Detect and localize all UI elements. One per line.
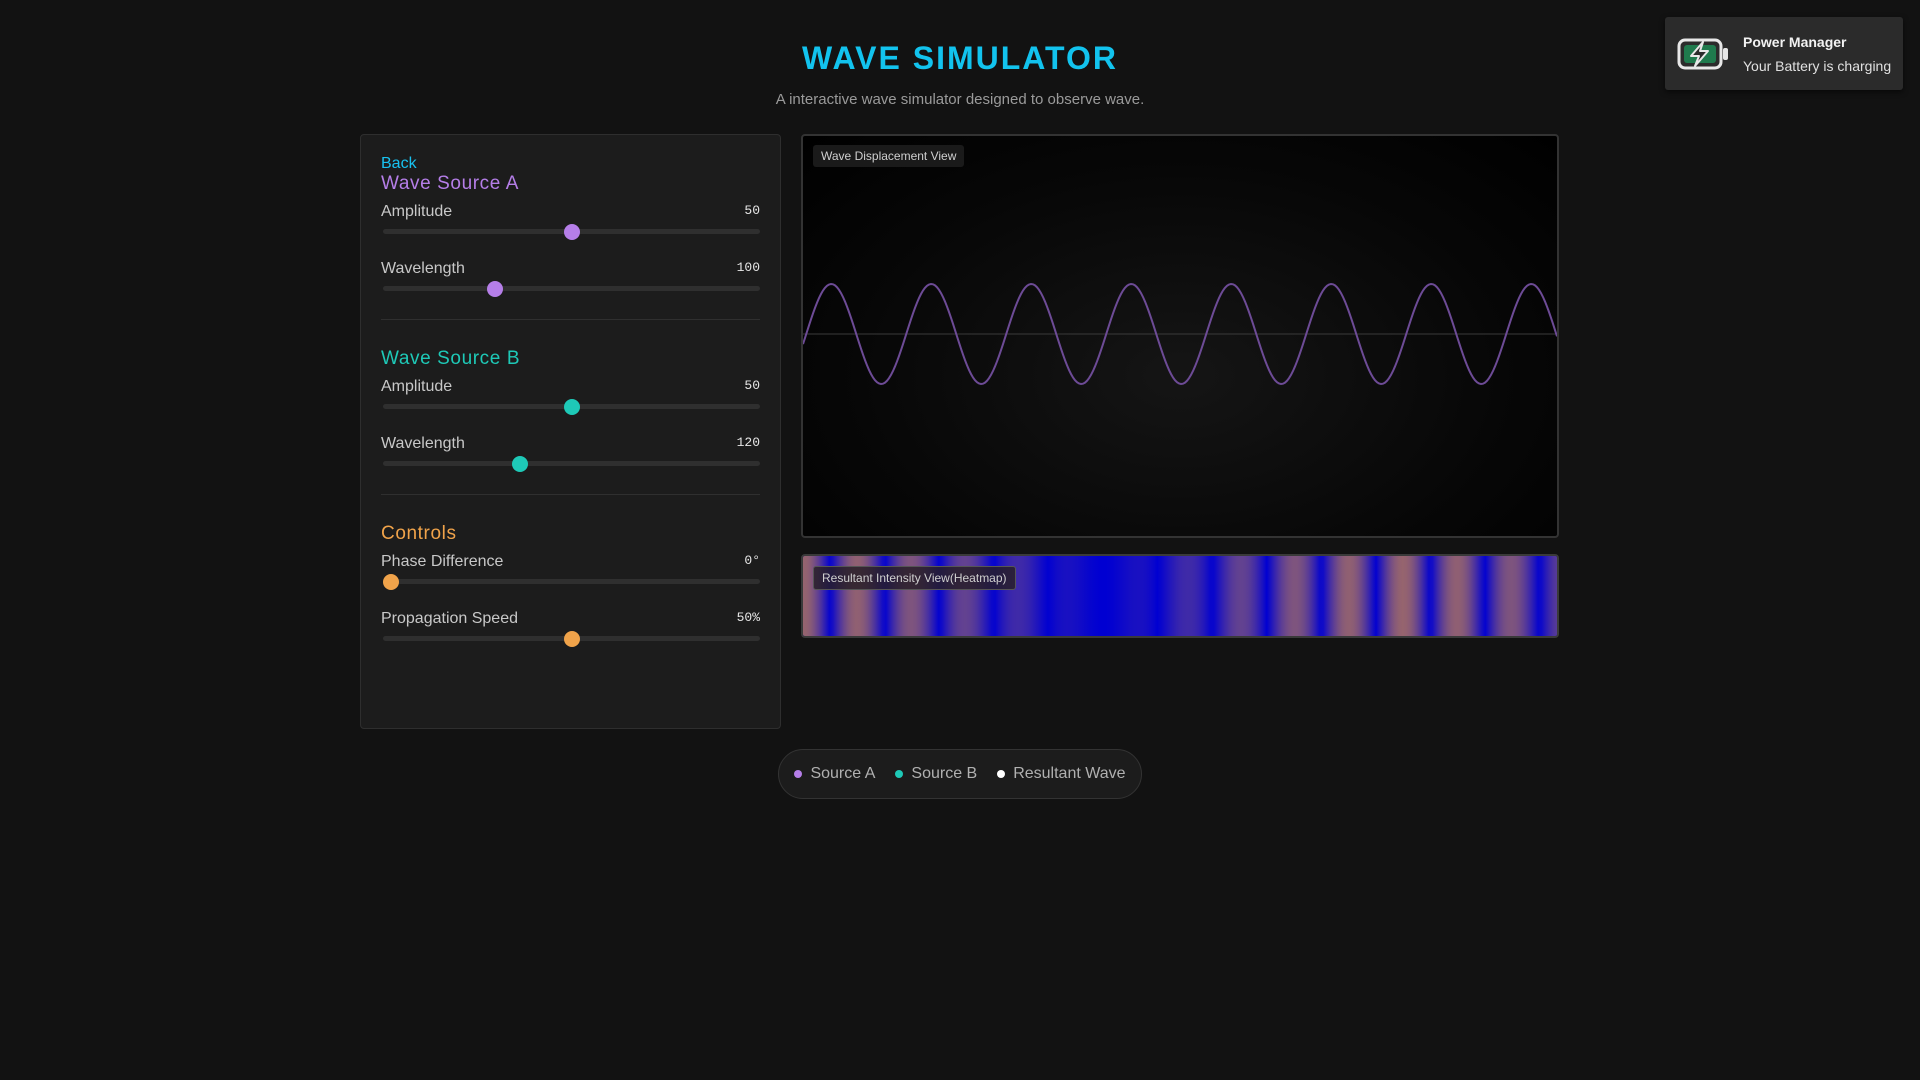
wave-displacement-view: Wave Displacement View bbox=[801, 134, 1559, 538]
phase-difference-label: Phase Difference bbox=[381, 553, 504, 570]
source-b-amplitude-thumb[interactable] bbox=[563, 399, 580, 415]
propagation-speed-slider[interactable] bbox=[383, 631, 760, 647]
phase-difference-value: 0° bbox=[744, 553, 760, 568]
legend-item-resultant-wave: Resultant Wave bbox=[997, 765, 1126, 783]
legend-dot bbox=[997, 770, 1006, 778]
legend: Source A Source B Resultant Wave bbox=[778, 749, 1142, 799]
legend-item-source-a: Source A bbox=[794, 765, 875, 783]
battery-charging-icon bbox=[1677, 38, 1728, 69]
source-a-amplitude-control: Amplitude 50 bbox=[381, 195, 760, 252]
controls-title: Controls bbox=[381, 523, 457, 544]
legend-item-source-b: Source B bbox=[895, 765, 977, 783]
legend-label: Source A bbox=[810, 765, 876, 782]
source-a-title: Wave Source A bbox=[381, 173, 520, 194]
toast-message: Your Battery is charging bbox=[1743, 57, 1892, 74]
source-a-wavelength-value: 100 bbox=[736, 260, 760, 275]
wave-displacement-canvas bbox=[803, 282, 1557, 386]
control-panel: Back Wave Source A Amplitude 50 Waveleng… bbox=[360, 134, 781, 729]
source-a-amplitude-value: 50 bbox=[744, 203, 760, 218]
source-b-amplitude-value: 50 bbox=[744, 378, 760, 393]
source-b-title: Wave Source B bbox=[381, 348, 521, 369]
displacement-view-label: Wave Displacement View bbox=[813, 145, 965, 167]
section-divider bbox=[381, 494, 760, 495]
toast-title: Power Manager bbox=[1743, 33, 1847, 50]
source-a-wavelength-label: Wavelength bbox=[381, 260, 465, 277]
source-b-wavelength-slider[interactable] bbox=[383, 456, 760, 472]
source-b-wavelength-value: 120 bbox=[736, 435, 760, 450]
page-subtitle: A interactive wave simulator designed to… bbox=[775, 91, 1145, 108]
page-title: WAVE SIMULATOR bbox=[802, 40, 1118, 76]
source-a-amplitude-label: Amplitude bbox=[381, 203, 453, 220]
source-b-wavelength-label: Wavelength bbox=[381, 435, 465, 452]
propagation-speed-label: Propagation Speed bbox=[381, 610, 518, 627]
back-link[interactable]: Back bbox=[381, 155, 417, 173]
propagation-speed-thumb[interactable] bbox=[563, 631, 580, 647]
source-b-wavelength-control: Wavelength 120 bbox=[381, 427, 760, 484]
legend-dot bbox=[895, 770, 904, 778]
propagation-speed-value: 50% bbox=[736, 610, 760, 625]
source-a-amplitude-slider[interactable] bbox=[383, 224, 760, 240]
page-header: WAVE SIMULATOR A interactive wave simula… bbox=[0, 40, 1920, 108]
legend-label: Resultant Wave bbox=[1013, 765, 1126, 782]
source-b-wavelength-thumb[interactable] bbox=[512, 456, 529, 472]
resultant-intensity-heatmap: Resultant Intensity View(Heatmap) bbox=[801, 554, 1559, 638]
phase-difference-slider[interactable] bbox=[382, 574, 760, 590]
propagation-speed-control: Propagation Speed 50% bbox=[381, 602, 760, 659]
heatmap-view-label: Resultant Intensity View(Heatmap) bbox=[813, 566, 1016, 590]
legend-dot bbox=[794, 770, 803, 778]
toast-content: Power Manager Your Battery is charging bbox=[1743, 34, 1891, 74]
legend-label: Source B bbox=[911, 765, 978, 782]
phase-difference-thumb[interactable] bbox=[382, 574, 399, 590]
power-manager-toast[interactable]: Power Manager Your Battery is charging bbox=[1665, 17, 1903, 90]
source-b-amplitude-control: Amplitude 50 bbox=[381, 370, 760, 427]
source-a-wavelength-thumb[interactable] bbox=[486, 281, 503, 297]
phase-difference-control: Phase Difference 0° bbox=[381, 545, 760, 602]
source-b-amplitude-slider[interactable] bbox=[383, 399, 760, 415]
source-a-wavelength-control: Wavelength 100 bbox=[381, 252, 760, 309]
source-a-amplitude-thumb[interactable] bbox=[563, 224, 580, 240]
source-a-wavelength-slider[interactable] bbox=[383, 281, 760, 297]
section-divider bbox=[381, 319, 760, 320]
source-b-amplitude-label: Amplitude bbox=[381, 378, 453, 395]
